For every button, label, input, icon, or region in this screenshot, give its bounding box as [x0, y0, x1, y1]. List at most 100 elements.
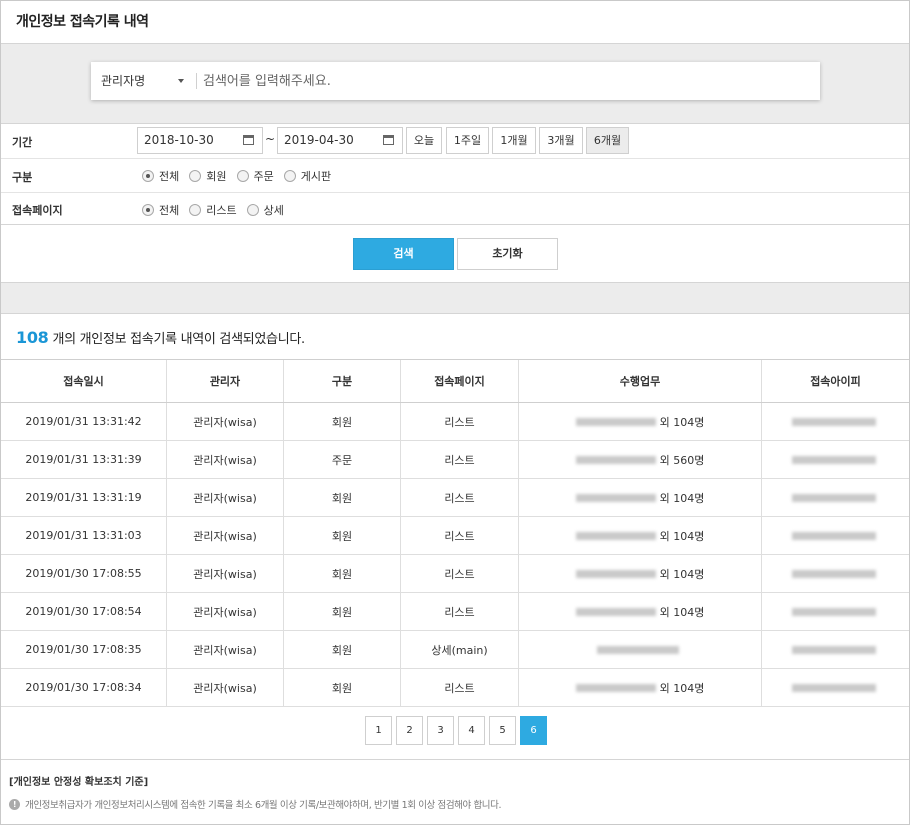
reset-button[interactable]: 초기화 [457, 238, 558, 270]
search-box: 관리자명 [91, 62, 820, 100]
period-filter-row: 기간 2018-10-30 ~ 2019-04-30 오늘 1주일 1개월 3개… [1, 124, 909, 159]
table-row: 2019/01/30 17:08:34 관리자(wisa) 회원 리스트 외 104명 [1, 669, 909, 707]
cell-page: 상세(main) [401, 631, 519, 668]
task-count: 외 560명 [659, 453, 705, 467]
access-log-table: 접속일시 관리자 구분 접속페이지 수행업무 접속아이피 2019/01/31 … [1, 359, 909, 707]
type-radio-member[interactable]: 회원 [189, 168, 227, 184]
masked-ip [791, 683, 876, 692]
cell-task: 외 104명 [519, 555, 762, 592]
cell-datetime: 2019/01/30 17:08:55 [1, 555, 167, 592]
cell-admin: 관리자(wisa) [167, 441, 284, 478]
cell-page: 리스트 [401, 441, 519, 478]
page-button-3[interactable]: 3 [427, 716, 454, 745]
page-title: 개인정보 접속기록 내역 [16, 14, 149, 30]
table-header: 접속일시 관리자 구분 접속페이지 수행업무 접속아이피 [1, 360, 909, 403]
task-count: 외 104명 [659, 415, 705, 429]
divider [196, 73, 197, 89]
radio-label: 상세 [263, 204, 284, 217]
action-buttons: 검색 초기화 [1, 225, 909, 283]
cell-ip [762, 479, 909, 516]
search-field-select-value: 관리자명 [101, 74, 146, 88]
type-radio-order[interactable]: 주문 [236, 168, 274, 184]
cell-ip [762, 555, 909, 592]
masked-ip [791, 645, 876, 654]
cell-type: 회원 [284, 517, 401, 554]
cell-task: 외 104명 [519, 479, 762, 516]
table-row: 2019/01/31 13:31:42 관리자(wisa) 회원 리스트 외 104명 [1, 403, 909, 441]
cell-admin: 관리자(wisa) [167, 593, 284, 630]
cell-datetime: 2019/01/31 13:31:42 [1, 403, 167, 440]
cell-datetime: 2019/01/30 17:08:54 [1, 593, 167, 630]
cell-page: 리스트 [401, 669, 519, 706]
task-count: 외 104명 [659, 605, 705, 619]
masked-text [575, 417, 656, 426]
task-content: 외 104명 [575, 566, 704, 582]
section-gap [1, 283, 909, 314]
search-button[interactable]: 검색 [353, 238, 454, 270]
table-row: 2019/01/30 17:08:54 관리자(wisa) 회원 리스트 외 104명 [1, 593, 909, 631]
period-6month-button[interactable]: 6개월 [586, 127, 629, 154]
caret-down-icon [178, 79, 184, 83]
date-to-value: 2019-04-30 [284, 133, 354, 147]
period-3month-button[interactable]: 3개월 [539, 127, 583, 154]
cell-admin: 관리자(wisa) [167, 631, 284, 668]
page-radio-detail[interactable]: 상세 [246, 202, 284, 218]
cell-task: 외 104명 [519, 517, 762, 554]
type-filter-row: 구분 전체 회원 주문 게시판 [1, 159, 909, 193]
page-radio-all[interactable]: 전체 [142, 202, 179, 218]
page-button-2[interactable]: 2 [396, 716, 423, 745]
period-1month-button[interactable]: 1개월 [492, 127, 536, 154]
page-button-6[interactable]: 6 [520, 716, 547, 745]
column-header: 관리자 [167, 360, 284, 402]
cell-datetime: 2019/01/31 13:31:03 [1, 517, 167, 554]
cell-ip [762, 403, 909, 440]
column-header: 수행업무 [519, 360, 762, 402]
masked-ip [791, 417, 876, 426]
pagination: 123456 [365, 716, 551, 745]
date-from-field[interactable]: 2018-10-30 [137, 127, 263, 154]
masked-ip [791, 455, 876, 464]
radio-label: 주문 [253, 170, 274, 183]
table-row: 2019/01/30 17:08:55 관리자(wisa) 회원 리스트 외 104명 [1, 555, 909, 593]
task-content: 외 104명 [575, 680, 704, 696]
date-to-field[interactable]: 2019-04-30 [277, 127, 403, 154]
masked-ip [791, 607, 876, 616]
period-1week-button[interactable]: 1주일 [446, 127, 489, 154]
masked-text [575, 607, 656, 616]
masked-text [575, 569, 656, 578]
period-today-button[interactable]: 오늘 [406, 127, 442, 154]
table-body: 2019/01/31 13:31:42 관리자(wisa) 회원 리스트 외 104명 2… [1, 403, 909, 707]
column-header: 접속아이피 [810, 375, 861, 388]
search-input[interactable] [203, 68, 803, 94]
cell-task: 외 104명 [519, 593, 762, 630]
type-radio-all[interactable]: 전체 [142, 168, 179, 184]
page-button-1[interactable]: 1 [365, 716, 392, 745]
cell-task: 외 560명 [519, 441, 762, 478]
page-button-5[interactable]: 5 [489, 716, 516, 745]
cell-type: 회원 [284, 555, 401, 592]
masked-ip [791, 493, 876, 502]
column-header: 구분 [284, 360, 401, 402]
type-radio-board[interactable]: 게시판 [283, 168, 331, 184]
table-row: 2019/01/30 17:08:35 관리자(wisa) 회원 상세(main) [1, 631, 909, 669]
cell-type: 회원 [284, 403, 401, 440]
column-header: 접속일시 [1, 360, 167, 402]
page-radio-list[interactable]: 리스트 [189, 202, 237, 218]
cell-ip [762, 631, 909, 668]
cell-datetime: 2019/01/31 13:31:39 [1, 441, 167, 478]
masked-text [575, 493, 656, 502]
calendar-icon[interactable] [243, 135, 254, 145]
cell-page: 리스트 [401, 517, 519, 554]
radio-label: 전체 [159, 204, 180, 217]
cell-task: 외 104명 [519, 403, 762, 440]
cell-datetime: 2019/01/31 13:31:19 [1, 479, 167, 516]
radio-unchecked-icon [236, 170, 249, 182]
cell-ip [762, 669, 909, 706]
search-area: 관리자명 [1, 44, 909, 124]
cell-type: 회원 [284, 479, 401, 516]
cell-page: 리스트 [401, 555, 519, 592]
page-button-4[interactable]: 4 [458, 716, 485, 745]
search-field-select[interactable]: 관리자명 [91, 62, 196, 100]
calendar-icon[interactable] [383, 135, 394, 145]
info-icon: ! [9, 798, 20, 810]
